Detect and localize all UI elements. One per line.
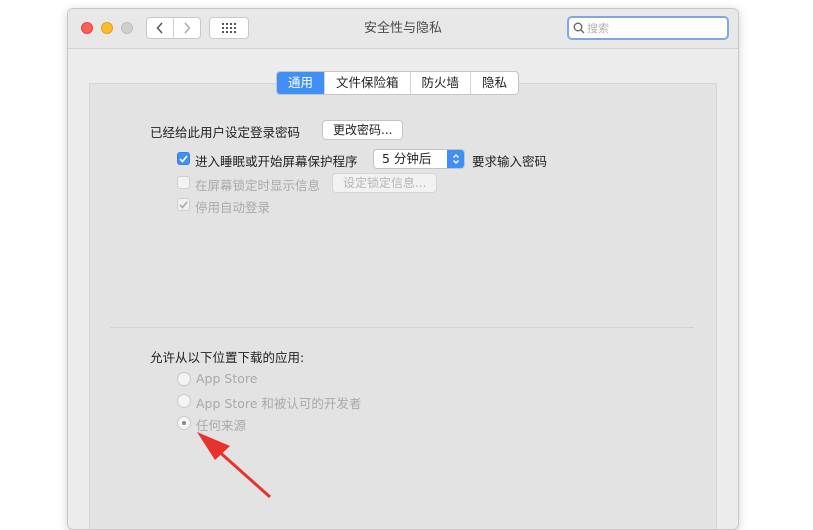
annotation-arrow-icon: [197, 432, 271, 499]
